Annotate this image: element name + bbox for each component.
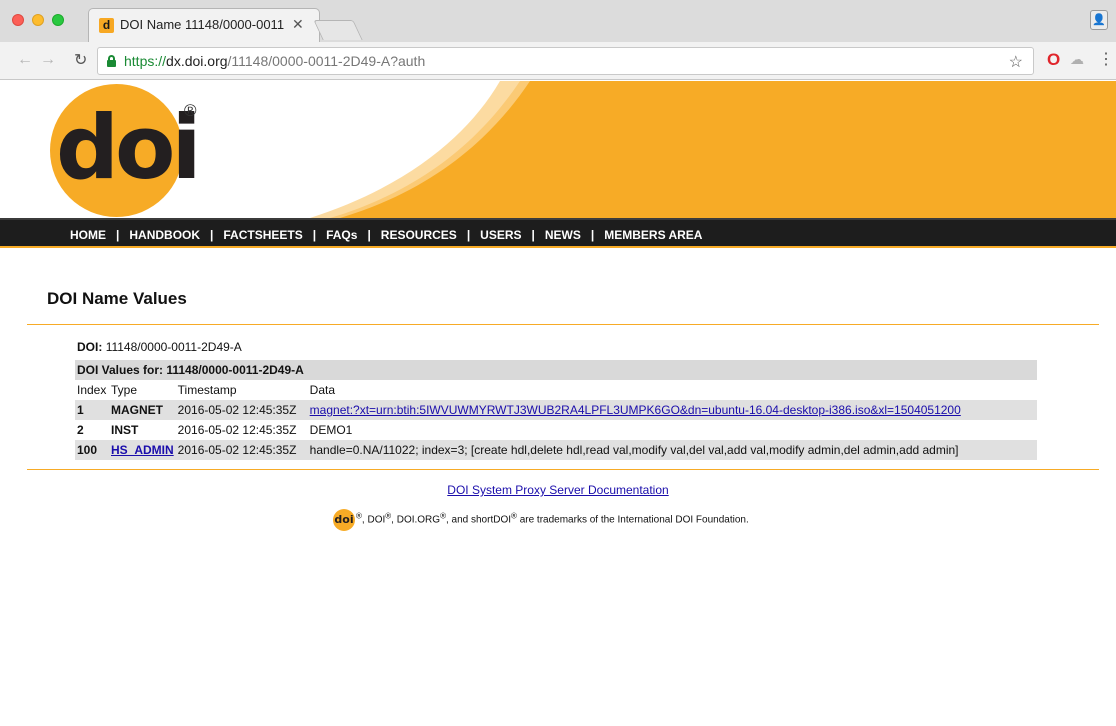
table-header-row: DOI Values for: 11148/0000-0011-2D49-A [75, 360, 1037, 380]
nav-separator: | [210, 228, 214, 242]
row-type: INST [109, 420, 176, 440]
tab-title: DOI Name 11148/0000-0011 [120, 17, 284, 32]
lock-icon [107, 55, 116, 67]
maximize-window-button[interactable] [52, 14, 64, 26]
main-navigation: HOME | HANDBOOK | FACTSHEETS | FAQs | RESOURCES |… [0, 218, 1116, 248]
trademark-notice: doi ®, DOI®, DOI.ORG®, and shortDOI® are … [333, 509, 749, 531]
column-header-type: Type [109, 380, 176, 400]
opera-extension-icon[interactable]: O [1047, 51, 1060, 69]
row-data: handle=0.NA/11022; index=3; [create hdl,… [307, 440, 1037, 460]
nav-list: HOME | HANDBOOK | FACTSHEETS | FAQs | RESOURCES |… [70, 226, 702, 244]
nav-separator: | [116, 228, 120, 242]
doi-values-table: DOI Values for: 11148/0000-0011-2D49-A I… [75, 360, 1037, 460]
divider [27, 324, 1099, 325]
nav-item-handbook[interactable]: HANDBOOK [129, 228, 200, 242]
column-header-row: Index Type Timestamp Data [75, 380, 1037, 400]
row-timestamp: 2016-05-02 12:45:35Z [175, 420, 308, 440]
close-icon[interactable]: ✕ [292, 16, 304, 33]
doi-label: DOI: [77, 340, 103, 354]
close-window-button[interactable] [12, 14, 24, 26]
nav-item-members-area[interactable]: MEMBERS AREA [604, 228, 702, 242]
nav-separator: | [312, 228, 317, 242]
cloud-extension-icon[interactable]: ☁ [1070, 51, 1084, 68]
registered-mark: ® [184, 101, 197, 120]
browser-toolbar: ← → ↻ https://dx.doi.org/11148/0000-0011… [0, 42, 1116, 80]
row-type: HS_ADMIN [109, 440, 176, 460]
forward-arrow-icon[interactable]: → [40, 51, 56, 69]
doi-small-logo-icon: doi [333, 509, 355, 531]
magnet-link[interactable]: magnet:?xt=urn:btih:5IWVUWMYRWTJ3WUB2RA4… [310, 403, 961, 417]
nav-item-faqs[interactable]: FAQs [326, 228, 357, 242]
nav-item-resources[interactable]: RESOURCES [381, 228, 457, 242]
column-header-index: Index [75, 380, 109, 400]
site-banner: doi ® [0, 81, 1116, 218]
doi-value: 11148/0000-0011-2D49-A [105, 340, 242, 354]
table-row: 1 MAGNET 2016-05-02 12:45:35Z magnet:?xt… [75, 400, 1037, 420]
new-tab-button[interactable] [313, 20, 363, 40]
doi-favicon-icon: d [99, 18, 114, 33]
row-type: MAGNET [109, 400, 176, 420]
browser-tab-bar: d DOI Name 11148/0000-0011 ✕ 👤 [0, 0, 1116, 42]
table-row: 2 INST 2016-05-02 12:45:35Z DEMO1 [75, 420, 1037, 440]
address-bar[interactable]: https://dx.doi.org/11148/0000-0011-2D49-… [97, 47, 1034, 75]
doi-line: DOI: 11148/0000-0011-2D49-A [77, 340, 242, 354]
row-data: magnet:?xt=urn:btih:5IWVUWMYRWTJ3WUB2RA4… [307, 400, 1037, 420]
footer-doc-link-container: DOI System Proxy Server Documentation [0, 483, 1116, 497]
doi-logo-text: doi [56, 96, 202, 199]
proxy-documentation-link[interactable]: DOI System Proxy Server Documentation [447, 483, 668, 497]
nav-item-news[interactable]: NEWS [545, 228, 581, 242]
row-index: 100 [75, 440, 109, 460]
column-header-data: Data [307, 380, 1037, 400]
nav-item-users[interactable]: USERS [480, 228, 521, 242]
table-row: 100 HS_ADMIN 2016-05-02 12:45:35Z handle… [75, 440, 1037, 460]
url-text[interactable]: https://dx.doi.org/11148/0000-0011-2D49-… [124, 53, 425, 69]
nav-item-home[interactable]: HOME [70, 228, 106, 242]
back-arrow-icon[interactable]: ← [17, 51, 33, 69]
nav-separator: | [531, 228, 535, 242]
row-timestamp: 2016-05-02 12:45:35Z [175, 440, 308, 460]
minimize-window-button[interactable] [32, 14, 44, 26]
hs-admin-link[interactable]: HS_ADMIN [111, 443, 174, 457]
nav-item-factsheets[interactable]: FACTSHEETS [223, 228, 302, 242]
divider [27, 469, 1099, 470]
browser-menu-icon[interactable]: ⋮ [1098, 49, 1114, 69]
row-index: 2 [75, 420, 109, 440]
reload-icon[interactable]: ↻ [74, 50, 87, 70]
browser-tab-active[interactable]: d DOI Name 11148/0000-0011 ✕ [88, 8, 320, 42]
row-index: 1 [75, 400, 109, 420]
column-header-timestamp: Timestamp [175, 380, 308, 400]
nav-separator: | [466, 228, 471, 242]
bookmark-star-icon[interactable]: ☆ [1009, 52, 1023, 72]
nav-separator: | [367, 228, 371, 242]
profile-icon[interactable]: 👤 [1090, 10, 1108, 30]
row-timestamp: 2016-05-02 12:45:35Z [175, 400, 308, 420]
row-data: DEMO1 [307, 420, 1037, 440]
values-header: DOI Values for: 11148/0000-0011-2D49-A [75, 360, 1037, 380]
page-title: DOI Name Values [47, 289, 187, 308]
nav-separator: | [590, 228, 595, 242]
